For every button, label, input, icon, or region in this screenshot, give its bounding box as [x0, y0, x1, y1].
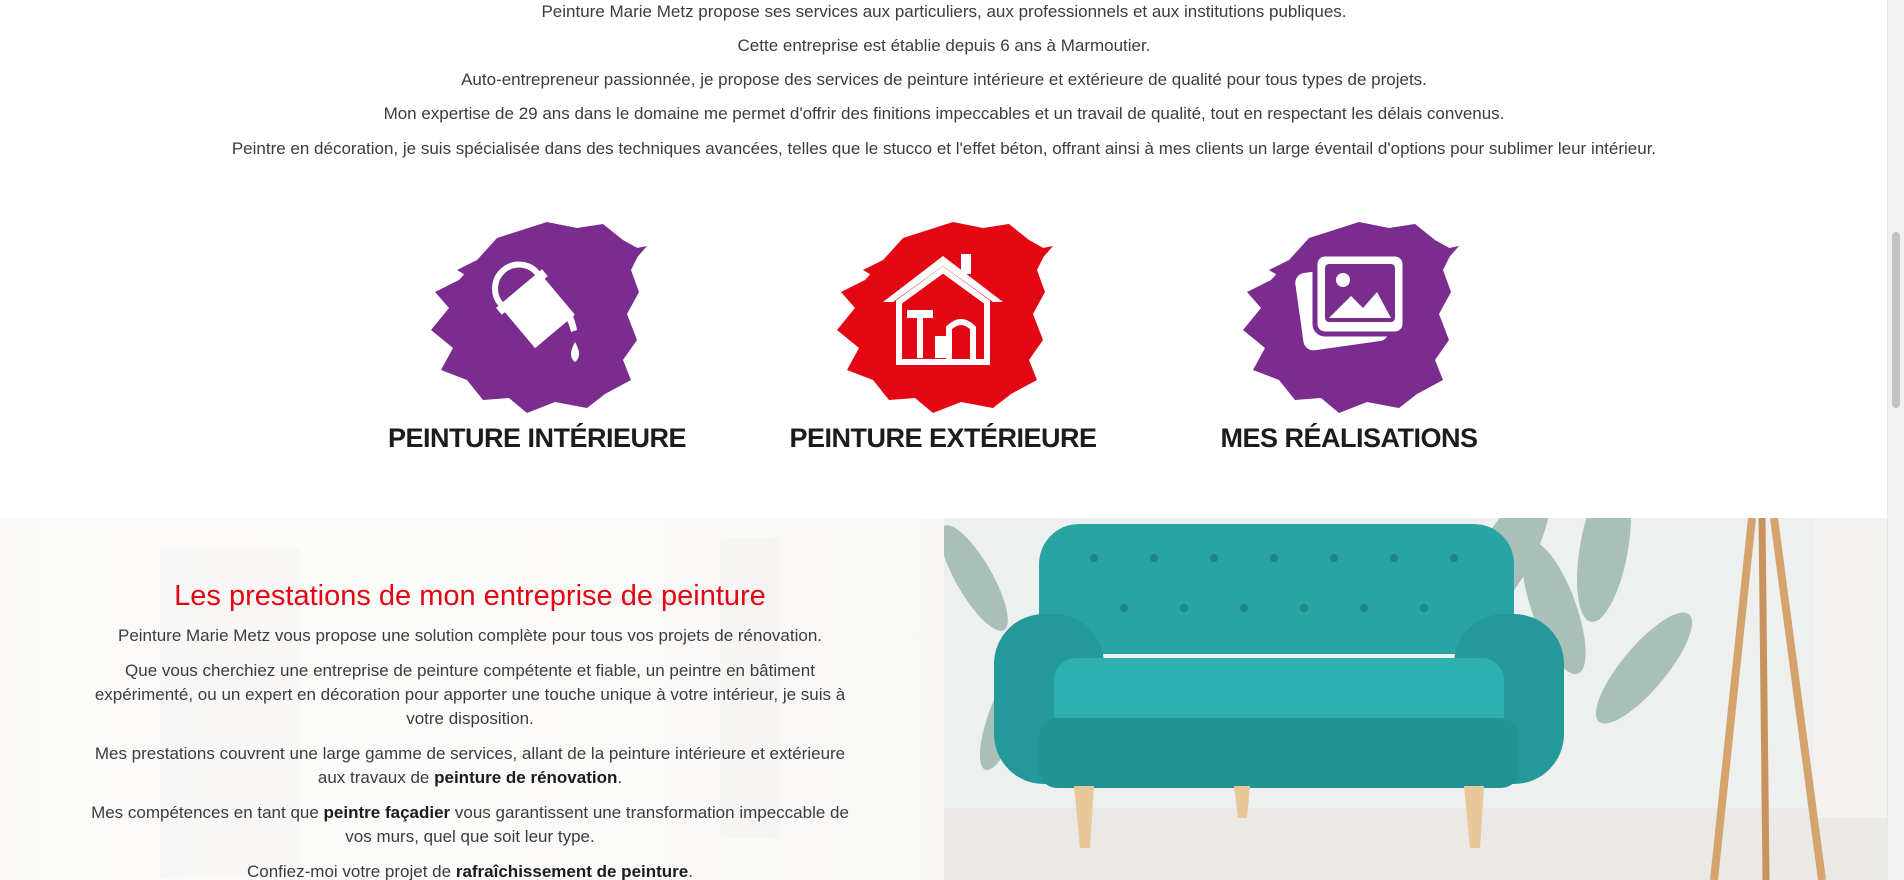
- intro-line-1: Peinture Marie Metz propose ses services…: [541, 2, 1347, 21]
- prestations-paragraph-3: Mes prestations couvrent une large gamme…: [80, 742, 860, 790]
- prestations-text-panel: Les prestations de mon entreprise de pei…: [0, 518, 944, 880]
- prestations-paragraph-4: Mes compétences en tant que peintre faça…: [80, 801, 860, 849]
- scrollbar-thumb[interactable]: [1892, 232, 1900, 408]
- keyword-renovation: peinture de rénovation: [434, 768, 618, 787]
- prestations-content: Les prestations de mon entreprise de pei…: [80, 578, 860, 880]
- prestations-paragraph-2: Que vous cherchiez une entreprise de pei…: [94, 661, 846, 728]
- service-mes-realisations[interactable]: MES RÉALISATIONS: [1189, 210, 1509, 454]
- section-title: Les prestations de mon entreprise de pei…: [174, 580, 766, 612]
- service-peinture-interieure[interactable]: PEINTURE INTÉRIEURE: [377, 210, 697, 454]
- paint-bucket-icon: [431, 222, 647, 413]
- text-run: .: [617, 768, 623, 787]
- service-peinture-exterieure[interactable]: PEINTURE EXTÉRIEURE: [783, 210, 1103, 454]
- keyword-facadier: peintre façadier: [323, 803, 451, 822]
- text-run: Confiez-moi votre projet de: [247, 862, 456, 880]
- sofa-photo: [944, 518, 1888, 880]
- text-run: Mes compétences en tant que: [91, 803, 324, 822]
- keyword-rafraichissement: rafraîchissement de peinture: [455, 862, 689, 880]
- text-run: .: [688, 862, 693, 880]
- service-label: MES RÉALISATIONS: [1220, 423, 1478, 453]
- service-label: PEINTURE EXTÉRIEURE: [789, 423, 1097, 453]
- intro-line-3: Auto-entrepreneur passionnée, je propose…: [461, 70, 1427, 89]
- services-row: PEINTURE INTÉRIEURE PEINTURE EXTÉRIEURE: [0, 210, 1888, 470]
- intro-line-4: Mon expertise de 29 ans dans le domaine …: [383, 104, 1505, 123]
- prestations-paragraph-5: Confiez-moi votre projet de rafraîchisse…: [80, 860, 860, 880]
- prestations-paragraph-1: Peinture Marie Metz vous propose une sol…: [117, 626, 822, 645]
- intro-line-5: Peintre en décoration, je suis spécialis…: [231, 139, 1657, 158]
- page-scrollbar[interactable]: [1887, 0, 1904, 880]
- photo-gallery-icon: [1243, 222, 1459, 413]
- house-painting-icon: [837, 222, 1053, 413]
- service-label: PEINTURE INTÉRIEURE: [387, 423, 687, 453]
- intro-line-2: Cette entreprise est établie depuis 6 an…: [737, 36, 1151, 55]
- prestations-section: Les prestations de mon entreprise de pei…: [0, 518, 1888, 880]
- sofa-illustration: [944, 518, 1888, 880]
